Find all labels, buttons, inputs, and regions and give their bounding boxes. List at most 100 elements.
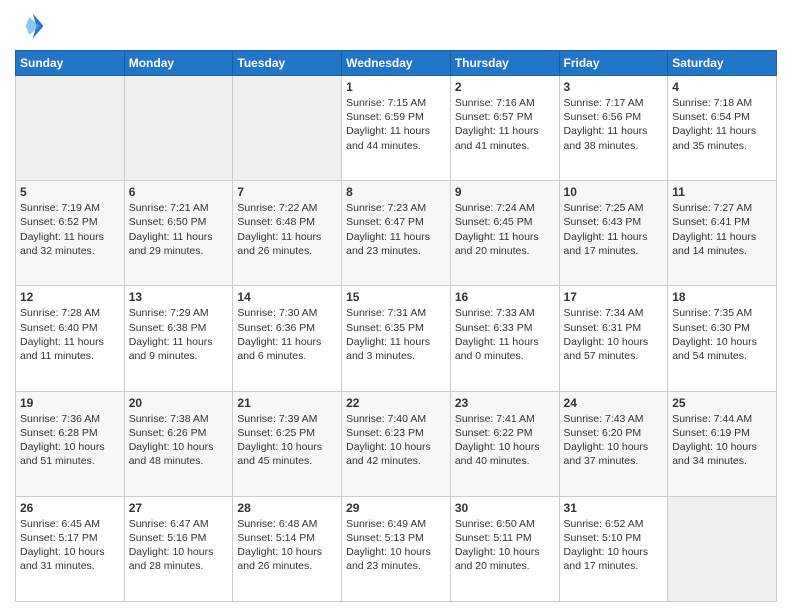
day-info-line: Sunrise: 7:30 AM — [237, 306, 337, 320]
day-of-week-header: Monday — [124, 51, 233, 76]
calendar-cell: 29 Sunrise: 6:49 AMSunset: 5:13 PMDayligh… — [342, 496, 451, 601]
day-of-week-header: Wednesday — [342, 51, 451, 76]
day-number: 9 — [455, 185, 555, 199]
day-info-line: Sunrise: 7:18 AM — [672, 96, 772, 110]
day-info-line: Sunset: 5:10 PM — [564, 531, 664, 545]
day-info-line: Daylight: 11 hours and 14 minutes. — [672, 230, 772, 258]
calendar-cell: 7Sunrise: 7:22 AMSunset: 6:48 PMDaylight… — [233, 181, 342, 286]
day-info-line: Sunset: 6:35 PM — [346, 321, 446, 335]
day-info-line: Sunset: 5:11 PM — [455, 531, 555, 545]
day-info-line: Daylight: 11 hours and 0 minutes. — [455, 335, 555, 363]
day-info-line: Sunset: 6:30 PM — [672, 321, 772, 335]
day-info-line: Sunrise: 6:52 AM — [564, 517, 664, 531]
calendar-cell: 30Sunrise: 6:50 AMSunset: 5:11 PMDayligh… — [450, 496, 559, 601]
day-info-line: Daylight: 10 hours and 54 minutes. — [672, 335, 772, 363]
day-info-line: Daylight: 10 hours and 17 minutes. — [564, 545, 664, 573]
day-number: 23 — [455, 396, 555, 410]
calendar-cell: 21Sunrise: 7:39 AMSunset: 6:25 PMDayligh… — [233, 391, 342, 496]
day-info-line: Sunrise: 6:45 AM — [20, 517, 120, 531]
day-of-week-header: Sunday — [16, 51, 125, 76]
calendar-cell: 6Sunrise: 7:21 AMSunset: 6:50 PMDaylight… — [124, 181, 233, 286]
calendar-cell: 26 Sunrise: 6:45 AMSunset: 5:17 PMDayligh… — [16, 496, 125, 601]
day-info-line: Sunset: 5:14 PM — [237, 531, 337, 545]
day-info-line: Sunset: 6:31 PM — [564, 321, 664, 335]
day-info-line: Sunrise: 7:15 AM — [346, 96, 446, 110]
day-info-line: Sunset: 6:59 PM — [346, 110, 446, 124]
day-info-line: Sunrise: 7:23 AM — [346, 201, 446, 215]
calendar-cell — [16, 76, 125, 181]
calendar-cell: 24Sunrise: 7:43 AMSunset: 6:20 PMDayligh… — [559, 391, 668, 496]
day-info-line: Daylight: 10 hours and 23 minutes. — [346, 545, 446, 573]
day-number: 18 — [672, 290, 772, 304]
day-number: 4 — [672, 80, 772, 94]
day-info-line: Sunset: 6:22 PM — [455, 426, 555, 440]
day-info-line: Sunrise: 7:38 AM — [129, 412, 229, 426]
day-info-line: Sunset: 5:17 PM — [20, 531, 120, 545]
day-number: 13 — [129, 290, 229, 304]
day-info-line: Sunset: 6:40 PM — [20, 321, 120, 335]
calendar-cell: 17Sunrise: 7:34 AMSunset: 6:31 PMDayligh… — [559, 286, 668, 391]
day-info-line: Sunrise: 6:48 AM — [237, 517, 337, 531]
day-info-line: Sunrise: 7:40 AM — [346, 412, 446, 426]
calendar-cell: 9Sunrise: 7:24 AMSunset: 6:45 PMDaylight… — [450, 181, 559, 286]
day-info-line: Daylight: 10 hours and 20 minutes. — [455, 545, 555, 573]
day-info-line: Sunset: 6:25 PM — [237, 426, 337, 440]
day-number: 1 — [346, 80, 446, 94]
day-info-line: Sunrise: 6:49 AM — [346, 517, 446, 531]
calendar-cell: 20Sunrise: 7:38 AMSunset: 6:26 PMDayligh… — [124, 391, 233, 496]
day-number: 11 — [672, 185, 772, 199]
day-of-week-header: Saturday — [668, 51, 777, 76]
day-info-line: Sunrise: 7:28 AM — [20, 306, 120, 320]
calendar-cell: 19Sunrise: 7:36 AMSunset: 6:28 PMDayligh… — [16, 391, 125, 496]
day-of-week-header: Thursday — [450, 51, 559, 76]
calendar-cell: 16Sunrise: 7:33 AMSunset: 6:33 PMDayligh… — [450, 286, 559, 391]
calendar-table: SundayMondayTuesdayWednesdayThursdayFrid… — [15, 50, 777, 602]
day-info-line: Daylight: 10 hours and 51 minutes. — [20, 440, 120, 468]
day-info-line: Sunset: 5:16 PM — [129, 531, 229, 545]
day-number: 2 — [455, 80, 555, 94]
day-number: 28 — [237, 501, 337, 515]
calendar-week-row: 5Sunrise: 7:19 AMSunset: 6:52 PMDaylight… — [16, 181, 777, 286]
day-info-line: Sunset: 6:38 PM — [129, 321, 229, 335]
day-info-line: Sunrise: 7:34 AM — [564, 306, 664, 320]
day-number: 26 — [20, 501, 120, 515]
day-number: 25 — [672, 396, 772, 410]
day-info-line: Daylight: 11 hours and 20 minutes. — [455, 230, 555, 258]
calendar-cell: 28Sunrise: 6:48 AMSunset: 5:14 PMDayligh… — [233, 496, 342, 601]
day-info-line: Daylight: 10 hours and 40 minutes. — [455, 440, 555, 468]
day-info-line: Daylight: 11 hours and 35 minutes. — [672, 124, 772, 152]
day-info-line: Daylight: 10 hours and 37 minutes. — [564, 440, 664, 468]
day-info-line: Sunrise: 7:43 AM — [564, 412, 664, 426]
day-info-line: Sunset: 6:50 PM — [129, 215, 229, 229]
day-info-line: Daylight: 11 hours and 11 minutes. — [20, 335, 120, 363]
calendar-cell: 18Sunrise: 7:35 AMSunset: 6:30 PMDayligh… — [668, 286, 777, 391]
day-info-line: Sunset: 5:13 PM — [346, 531, 446, 545]
calendar-cell: 25Sunrise: 7:44 AMSunset: 6:19 PMDayligh… — [668, 391, 777, 496]
day-info-line: Sunset: 6:54 PM — [672, 110, 772, 124]
day-info-line: Daylight: 11 hours and 32 minutes. — [20, 230, 120, 258]
calendar-cell: 31Sunrise: 6:52 AMSunset: 5:10 PMDayligh… — [559, 496, 668, 601]
calendar-week-row: 26Sunrise: 6:45 AMSunset: 5:17 PMDayligh… — [16, 496, 777, 601]
day-info-line: Sunset: 6:57 PM — [455, 110, 555, 124]
calendar-cell: 12Sunrise: 7:28 AMSunset: 6:40 PMDayligh… — [16, 286, 125, 391]
calendar-week-row: 12Sunrise: 7:28 AMSunset: 6:40 PMDayligh… — [16, 286, 777, 391]
day-info-line: Sunset: 6:43 PM — [564, 215, 664, 229]
calendar-body: 1 Sunrise: 7:15 AMSunset: 6:59 PM Daylight… — [16, 76, 777, 602]
day-info-line: Sunset: 6:26 PM — [129, 426, 229, 440]
day-info-line: Sunset: 6:47 PM — [346, 215, 446, 229]
calendar-cell: 14Sunrise: 7:30 AMSunset: 6:36 PMDayligh… — [233, 286, 342, 391]
calendar-cell — [668, 496, 777, 601]
day-info-line: Sunset: 6:36 PM — [237, 321, 337, 335]
day-info-line: Sunrise: 7:25 AM — [564, 201, 664, 215]
day-number: 10 — [564, 185, 664, 199]
day-number: 22 — [346, 396, 446, 410]
day-number: 17 — [564, 290, 664, 304]
day-info-line: Sunrise: 7:17 AM — [564, 96, 664, 110]
day-number: 24 — [564, 396, 664, 410]
day-info-line: Sunset: 6:23 PM — [346, 426, 446, 440]
day-info-line: Sunrise: 6:50 AM — [455, 517, 555, 531]
day-info-line: Daylight: 10 hours and 31 minutes. — [20, 545, 120, 573]
day-number: 29 — [346, 501, 446, 515]
day-info-line: Sunset: 6:52 PM — [20, 215, 120, 229]
day-info-line: Sunset: 6:28 PM — [20, 426, 120, 440]
